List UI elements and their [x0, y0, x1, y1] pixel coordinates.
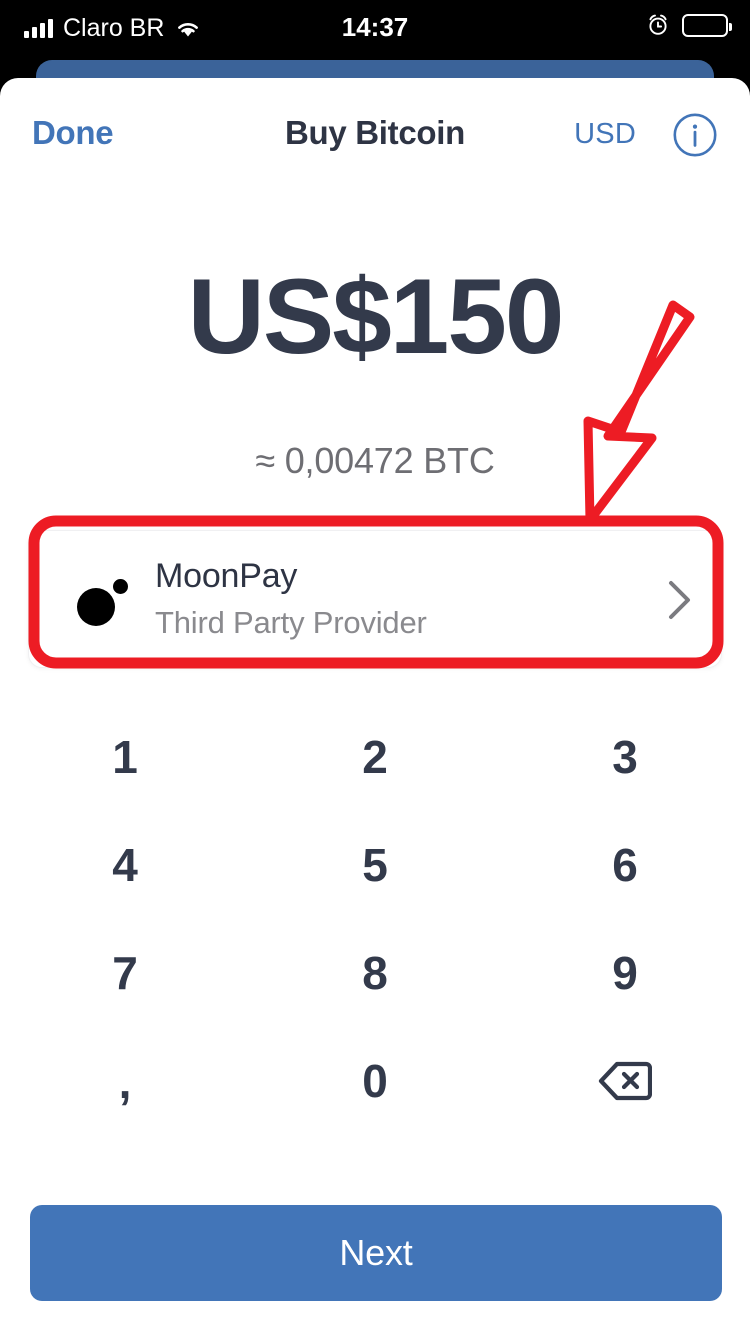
phone-screen: Claro BR 14:37 Done Buy Bitcoin USD US$1… [0, 0, 750, 1334]
provider-selector-card[interactable]: MoonPay Third Party Provider [28, 530, 722, 668]
backspace-icon [598, 1060, 652, 1102]
next-button-label: Next [339, 1232, 413, 1273]
buy-bitcoin-modal-sheet: Done Buy Bitcoin USD US$150 ≈ 0,00472 BT… [0, 78, 750, 1334]
key-8-label: 8 [362, 947, 388, 999]
crypto-equivalent-label: ≈ 0,00472 BTC [255, 440, 495, 481]
key-6[interactable]: 6 [500, 811, 750, 919]
chevron-right-icon [667, 579, 693, 621]
key-6-label: 6 [612, 839, 638, 891]
key-9[interactable]: 9 [500, 919, 750, 1027]
key-5[interactable]: 5 [250, 811, 500, 919]
provider-subtitle: Third Party Provider [155, 605, 427, 640]
key-7[interactable]: 7 [0, 919, 250, 1027]
key-3-label: 3 [612, 731, 638, 783]
info-circle-icon[interactable] [672, 112, 718, 158]
battery-icon [682, 13, 732, 37]
key-decimal-comma-label: , [118, 1056, 132, 1108]
amount-display: US$150 [187, 256, 565, 376]
status-bar-clock: 14:37 [341, 12, 409, 42]
modal-nav-bar: Done Buy Bitcoin USD [0, 78, 750, 186]
currency-selector-button[interactable]: USD [574, 118, 636, 151]
key-1-label: 1 [112, 731, 138, 783]
key-4-label: 4 [112, 839, 138, 891]
next-button[interactable]: Next [30, 1205, 722, 1301]
key-0[interactable]: 0 [250, 1027, 500, 1135]
key-decimal-comma[interactable]: , [0, 1027, 250, 1135]
key-3[interactable]: 3 [500, 703, 750, 811]
key-5-label: 5 [362, 839, 388, 891]
key-0-label: 0 [362, 1055, 388, 1107]
key-9-label: 9 [612, 947, 638, 999]
key-2[interactable]: 2 [250, 703, 500, 811]
key-4[interactable]: 4 [0, 811, 250, 919]
alarm-clock-icon [646, 13, 670, 37]
key-1[interactable]: 1 [0, 703, 250, 811]
key-backspace[interactable] [500, 1027, 750, 1135]
key-7-label: 7 [112, 947, 138, 999]
status-bar-right [646, 13, 732, 37]
provider-name: MoonPay [155, 557, 298, 595]
key-8[interactable]: 8 [250, 919, 500, 1027]
status-bar: Claro BR 14:37 [0, 0, 750, 56]
moonpay-logo-icon [75, 575, 131, 627]
page-title: Buy Bitcoin [284, 114, 466, 151]
key-2-label: 2 [362, 731, 388, 783]
numeric-keypad: 1 2 3 4 5 6 7 8 9, 0 [0, 703, 750, 1135]
